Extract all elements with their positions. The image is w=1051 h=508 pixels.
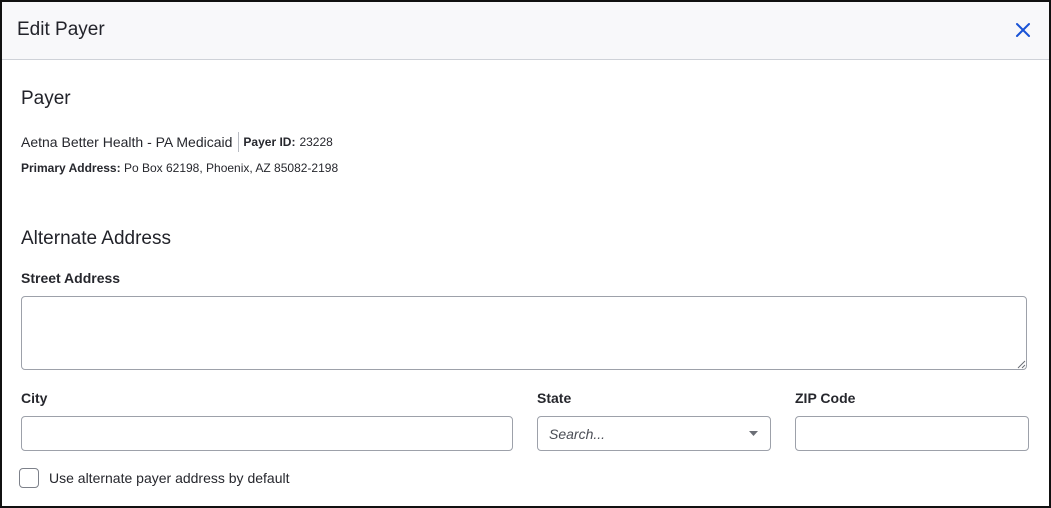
modal-header: Edit Payer (2, 2, 1049, 60)
default-address-checkbox-label[interactable]: Use alternate payer address by default (49, 470, 289, 486)
primary-address-value: Po Box 62198, Phoenix, AZ 85082-2198 (123, 161, 339, 175)
street-address-label: Street Address (21, 270, 121, 286)
zip-code-label: ZIP Code (795, 390, 856, 406)
state-select[interactable]: Search... (537, 416, 771, 451)
state-label: State (537, 390, 572, 406)
close-button[interactable] (1011, 18, 1035, 42)
default-address-option[interactable]: Use alternate payer address by default (19, 468, 289, 488)
city-input[interactable] (21, 416, 513, 451)
city-label: City (21, 390, 48, 406)
zip-code-input[interactable] (795, 416, 1029, 451)
payer-info-line: Aetna Better Health - PA Medicaid Payer … (21, 132, 333, 152)
payer-id-label: Payer ID: (243, 135, 296, 149)
close-icon (1016, 23, 1030, 37)
state-placeholder: Search... (549, 426, 606, 442)
resize-grip-icon[interactable] (1016, 359, 1026, 369)
payer-section-title: Payer (21, 88, 71, 109)
payer-id-value: 23228 (299, 135, 333, 149)
modal-title: Edit Payer (17, 19, 105, 40)
caret-down-icon (749, 431, 758, 436)
default-address-checkbox[interactable] (19, 468, 39, 488)
alternate-address-title: Alternate Address (21, 228, 171, 249)
primary-address-line: Primary Address: Po Box 62198, Phoenix, … (21, 161, 338, 175)
divider (238, 132, 240, 152)
payer-name: Aetna Better Health - PA Medicaid (21, 134, 233, 150)
primary-address-label: Primary Address: (21, 161, 121, 175)
edit-payer-modal: Edit Payer Payer Aetna Better Health - P… (0, 0, 1051, 508)
street-address-input[interactable] (21, 296, 1027, 370)
